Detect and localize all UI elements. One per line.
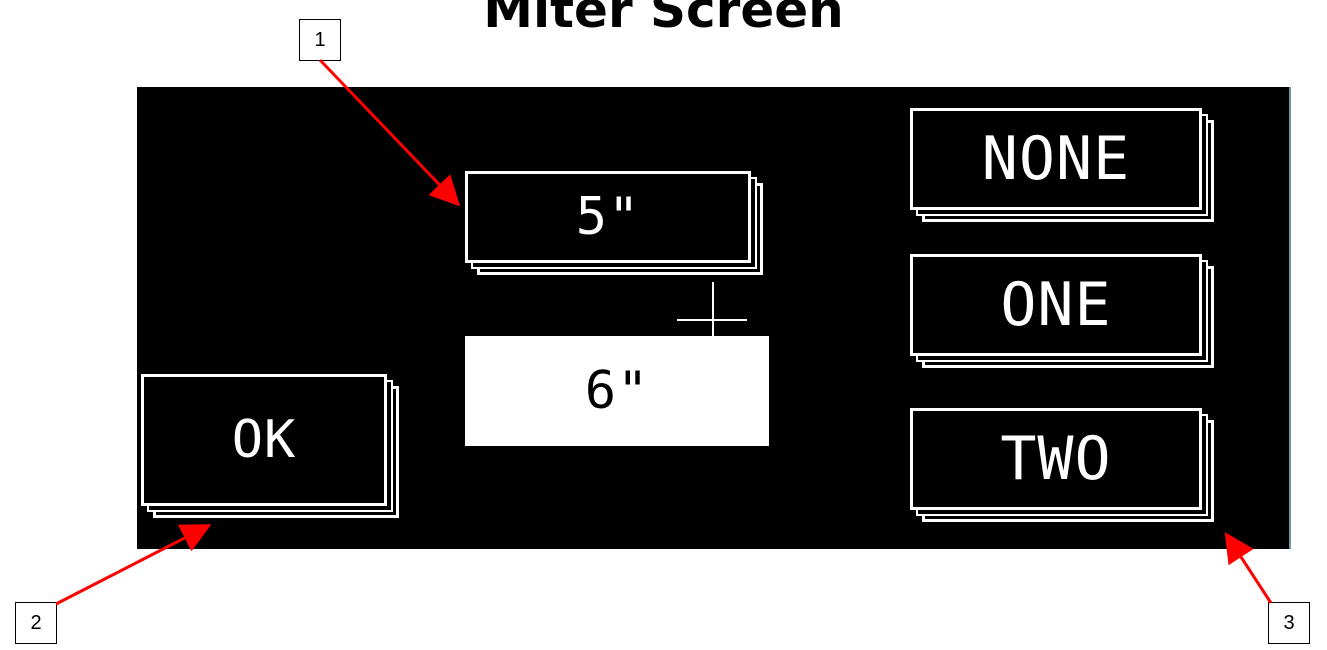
callout-1: 1 bbox=[299, 19, 341, 61]
size-6-inch-label: 6" bbox=[584, 361, 650, 421]
ok-button[interactable]: OK bbox=[141, 374, 387, 506]
miter-one-button[interactable]: ONE bbox=[910, 254, 1202, 356]
miter-one-label: ONE bbox=[1000, 270, 1112, 340]
size-6-inch-button[interactable]: 6" bbox=[465, 336, 769, 446]
page-title: Miter Screen bbox=[483, 0, 844, 39]
miter-screen: 5" 6" OK NONE ONE TWO bbox=[137, 87, 1291, 549]
miter-two-button[interactable]: TWO bbox=[910, 408, 1202, 510]
miter-two-label: TWO bbox=[1000, 424, 1112, 494]
ok-label: OK bbox=[231, 410, 297, 470]
callout-2: 2 bbox=[15, 602, 57, 644]
size-5-inch-label: 5" bbox=[575, 187, 641, 247]
callout-3: 3 bbox=[1268, 602, 1310, 644]
size-5-inch-button[interactable]: 5" bbox=[465, 171, 751, 263]
miter-none-label: NONE bbox=[981, 124, 1131, 194]
miter-none-button[interactable]: NONE bbox=[910, 108, 1202, 210]
